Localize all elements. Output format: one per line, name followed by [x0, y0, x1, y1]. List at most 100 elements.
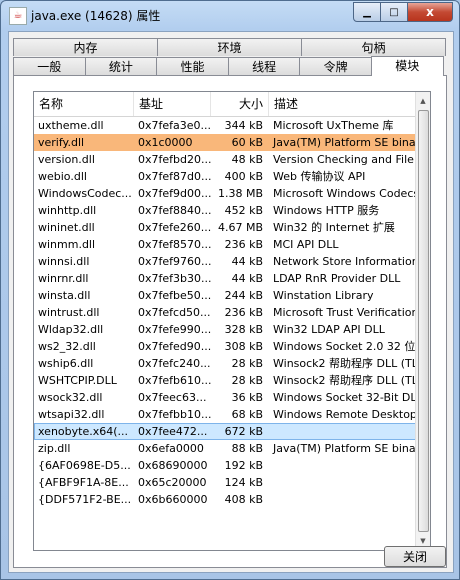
cell-name: ws2_32.dll	[38, 340, 96, 353]
column-header-size[interactable]: 大小	[211, 92, 269, 116]
tab-back-1[interactable]: 环境	[157, 38, 302, 56]
cell-size: 236 kB	[224, 306, 263, 319]
cell-base: 0x7fefe260...	[138, 221, 211, 234]
scroll-thumb[interactable]	[418, 110, 429, 532]
table-row[interactable]: version.dll 0x7fefbd20... 48 kB Version Che…	[34, 151, 416, 168]
cell-desc: Java(TM) Platform SE binary	[273, 136, 416, 149]
tab-front-2[interactable]: 性能	[156, 57, 229, 75]
cell-desc: Win32 LDAP API DLL	[273, 323, 385, 336]
close-button[interactable]: 关闭	[384, 546, 446, 567]
cell-size: 60 kB	[231, 136, 263, 149]
cell-desc: MCI API DLL	[273, 238, 339, 251]
cell-desc	[269, 474, 416, 491]
cell-base: 0x7fefbb10...	[138, 408, 211, 421]
table-row[interactable]: WSHTCPIP.DLL 0x7fefb610... 28 kB Winsock2 帮…	[34, 372, 416, 389]
close-window-button[interactable]: x	[408, 2, 453, 22]
tab-back-0[interactable]: 内存	[13, 38, 158, 56]
table-row[interactable]: zip.dll 0x6efa0000 88 kB Java(TM) Platform …	[34, 440, 416, 457]
table-row[interactable]: wininet.dll 0x7fefe260... 4.67 MB Win32 的 I…	[34, 219, 416, 236]
table-row[interactable]: wship6.dll 0x7fefc240... 28 kB Winsock2 帮助程…	[34, 355, 416, 372]
cell-name: WSHTCPIP.DLL	[38, 374, 117, 387]
modules-list[interactable]: 名称 基址 大小 描述 uxtheme.dll 0x7fefa3e0... 344 …	[33, 91, 431, 551]
cell-name: {AFBF9F1A-8E...	[38, 476, 129, 489]
cell-size: 308 kB	[224, 340, 263, 353]
table-row[interactable]: WindowsCodec... 0x7fef9d00... 1.38 MB Micro…	[34, 185, 416, 202]
cell-size: 236 kB	[224, 238, 263, 251]
minimize-button[interactable]: ▁	[353, 2, 381, 22]
cell-name: {DDF571F2-BE...	[38, 493, 132, 506]
cell-name: uxtheme.dll	[38, 119, 104, 132]
cell-desc: Winsock2 帮助程序 DLL (TL	[273, 357, 416, 370]
cell-base: 0x6b660000	[138, 493, 208, 506]
cell-base: 0x1c0000	[138, 136, 193, 149]
tab-front-0[interactable]: 一般	[13, 57, 86, 75]
table-row[interactable]: {DDF571F2-BE... 0x6b660000 408 kB	[34, 491, 416, 508]
maximize-button[interactable]: □	[381, 2, 408, 22]
cell-name: Wldap32.dll	[38, 323, 104, 336]
column-header-name[interactable]: 名称	[34, 92, 134, 116]
cell-size: 44 kB	[231, 272, 263, 285]
table-row[interactable]: ws2_32.dll 0x7fefed90... 308 kB Windows Soc…	[34, 338, 416, 355]
cell-base: 0x7fefc240...	[138, 357, 211, 370]
column-header-base[interactable]: 基址	[134, 92, 211, 116]
cell-name: zip.dll	[38, 442, 71, 455]
properties-window: ☕ java.exe (14628) 属性 ▁ □ x 内存 环境 句柄 一般 统计性…	[0, 0, 460, 580]
cell-base: 0x65c20000	[138, 476, 207, 489]
scroll-up-arrow-icon[interactable]: ▲	[417, 94, 429, 108]
cell-name: wship6.dll	[38, 357, 94, 370]
table-row[interactable]: winrnr.dll 0x7fef3b30... 44 kB LDAP RnR Pro…	[34, 270, 416, 287]
cell-size: 44 kB	[231, 255, 263, 268]
tab-front-5[interactable]: 模块	[370, 56, 444, 76]
cell-base: 0x7fefb610...	[138, 374, 211, 387]
cell-size: 408 kB	[224, 493, 263, 506]
table-row[interactable]: xenobyte.x64(... 0x7fee472... 672 kB	[34, 423, 416, 440]
cell-name: winhttp.dll	[38, 204, 97, 217]
table-row[interactable]: webio.dll 0x7fef87d0... 400 kB Web 传输协议 API	[34, 168, 416, 185]
list-header: 名称 基址 大小 描述	[34, 92, 416, 117]
cell-base: 0x7fef3b30...	[138, 272, 211, 285]
tab-back-2[interactable]: 句柄	[301, 38, 446, 56]
cell-size: 68 kB	[231, 408, 263, 421]
table-row[interactable]: {6AF0698E-D5... 0x68690000 192 kB	[34, 457, 416, 474]
cell-base: 0x7fefbe50...	[138, 289, 211, 302]
cell-size: 344 kB	[224, 119, 263, 132]
cell-base: 0x7fefed90...	[138, 340, 211, 353]
tab-front-3[interactable]: 线程	[227, 57, 301, 75]
cell-base: 0x6efa0000	[138, 442, 204, 455]
cell-size: 48 kB	[231, 153, 263, 166]
column-header-description[interactable]: 描述	[269, 92, 416, 116]
table-row[interactable]: wsock32.dll 0x7feec63... 36 kB Windows Sock…	[34, 389, 416, 406]
cell-base: 0x7fefa3e0...	[138, 119, 211, 132]
java-app-icon: ☕	[9, 7, 27, 25]
tab-row-front: 一般 统计 性能 线程 令牌 模块	[13, 56, 444, 76]
cell-name: webio.dll	[38, 170, 87, 183]
cell-size: 672 kB	[224, 425, 263, 438]
table-row[interactable]: verify.dll 0x1c0000 60 kB Java(TM) Platform…	[34, 134, 416, 151]
tab-front-4[interactable]: 令牌	[299, 57, 372, 75]
cell-base: 0x7fef8570...	[138, 238, 211, 251]
title-bar[interactable]: ☕ java.exe (14628) 属性 ▁ □ x	[1, 1, 459, 29]
table-row[interactable]: wintrust.dll 0x7fefcd50... 236 kB Microsoft…	[34, 304, 416, 321]
cell-name: winsta.dll	[38, 289, 91, 302]
cell-desc	[269, 457, 416, 474]
tab-front-1[interactable]: 统计	[84, 57, 158, 75]
table-row[interactable]: winsta.dll 0x7fefbe50... 244 kB Winstation …	[34, 287, 416, 304]
table-row[interactable]: {AFBF9F1A-8E... 0x65c20000 124 kB	[34, 474, 416, 491]
vertical-scrollbar[interactable]: ▲ ▼	[415, 92, 430, 550]
table-row[interactable]: uxtheme.dll 0x7fefa3e0... 344 kB Microsoft …	[34, 117, 416, 134]
cell-desc: Winsock2 帮助程序 DLL (TL	[273, 374, 416, 387]
cell-size: 28 kB	[231, 374, 263, 387]
cell-size: 28 kB	[231, 357, 263, 370]
table-row[interactable]: wtsapi32.dll 0x7fefbb10... 68 kB Windows Re…	[34, 406, 416, 423]
table-row[interactable]: winhttp.dll 0x7fef8840... 452 kB Windows HT…	[34, 202, 416, 219]
table-row[interactable]: winnsi.dll 0x7fef9760... 44 kB Network Stor…	[34, 253, 416, 270]
cell-name: winrnr.dll	[38, 272, 89, 285]
cell-desc	[269, 491, 416, 508]
table-row[interactable]: winmm.dll 0x7fef8570... 236 kB MCI API DLL	[34, 236, 416, 253]
window-title: java.exe (14628) 属性	[31, 9, 161, 23]
table-row[interactable]: Wldap32.dll 0x7fefe990... 328 kB Win32 LDAP…	[34, 321, 416, 338]
cell-name: WindowsCodec...	[38, 187, 132, 200]
cell-name: {6AF0698E-D5...	[38, 459, 131, 472]
cell-desc: Windows Socket 2.0 32 位 D	[273, 340, 416, 353]
cell-name: wintrust.dll	[38, 306, 100, 319]
